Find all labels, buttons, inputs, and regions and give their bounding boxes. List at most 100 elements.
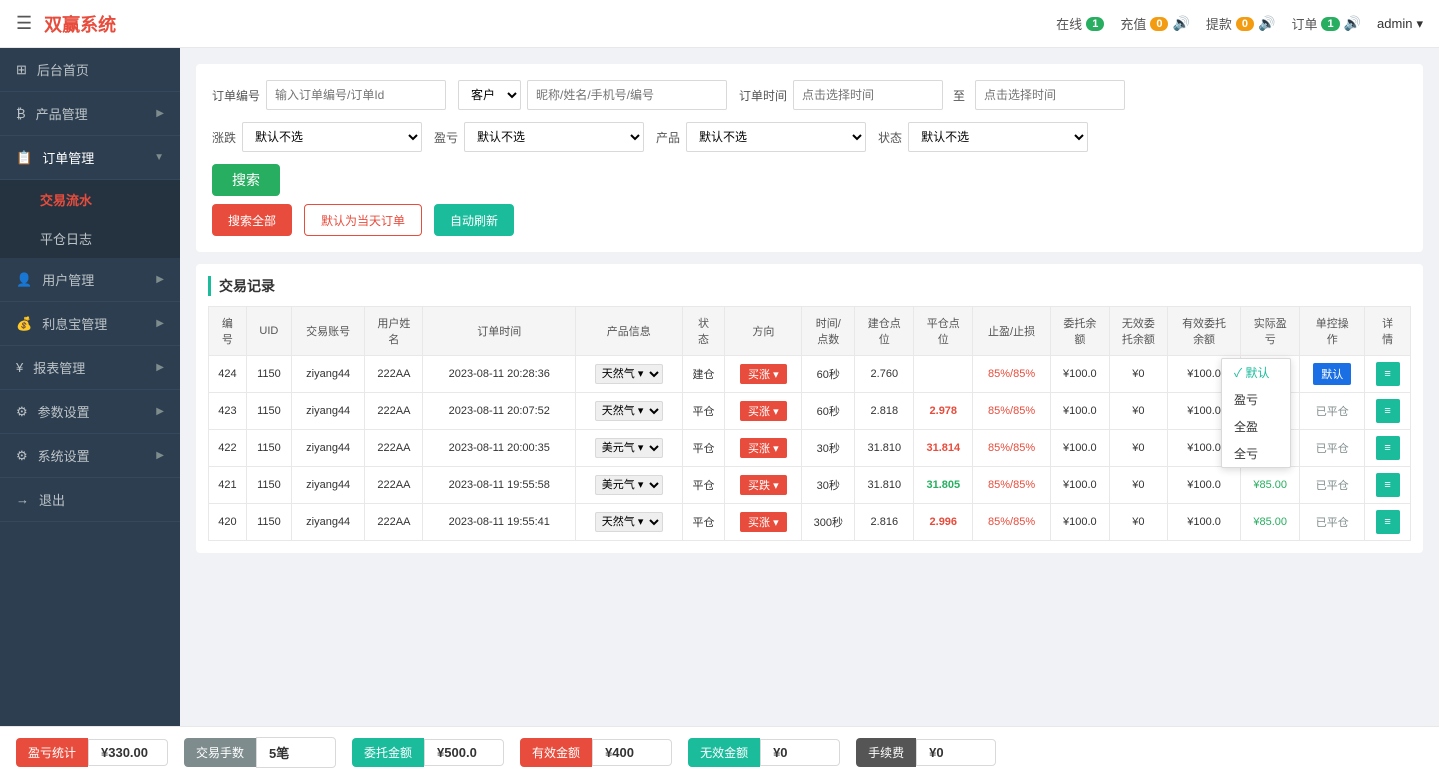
cell-invalid: ¥0 [1109,430,1167,467]
invalid-label: 无效金额 [688,738,760,767]
treasure-arrow-icon: ▶ [156,318,164,329]
online-count: 1 [1086,17,1104,31]
product-select-cell[interactable]: 美元气 ▾ [595,475,663,495]
cell-uid: 1150 [246,430,291,467]
sidebar-label-product: 产品管理 [36,104,88,123]
nickname-input[interactable] [527,80,727,110]
commission-stat: 委托金额 ¥500.0 [352,738,504,767]
cell-close-price: 2.996 [914,504,973,541]
rise-fall-label: 涨跌 [212,129,236,146]
default-today-button[interactable]: 默认为当天订单 [304,204,422,236]
cell-open-price: 31.810 [855,467,914,504]
recharge-speaker-icon[interactable]: 🔊 [1172,15,1189,32]
detail-btn[interactable]: ≡ [1376,510,1400,534]
sidebar-item-trade-flow[interactable]: 交易流水 [0,180,180,219]
product-select-cell[interactable]: 天然气 ▾ [595,364,663,384]
cell-detail: ≡ [1365,393,1411,430]
cell-valid: ¥100.0 [1167,504,1240,541]
detail-btn[interactable]: ≡ [1376,362,1400,386]
menu-icon[interactable]: ☰ [16,13,32,34]
withdraw-speaker-icon[interactable]: 🔊 [1258,15,1275,32]
auto-refresh-button[interactable]: 自动刷新 [434,204,514,236]
trades-value: 5笔 [256,737,336,768]
admin-menu[interactable]: admin ▾ [1377,16,1423,32]
status-select[interactable]: 默认不选 [908,122,1088,152]
cell-operation: 已平仓 [1300,467,1365,504]
cell-time-points: 60秒 [802,356,855,393]
product-select-cell[interactable]: 天然气 ▾ [595,512,663,532]
dropdown-option-pnl[interactable]: 盈亏 [1222,386,1290,413]
detail-btn[interactable]: ≡ [1376,473,1400,497]
search-button[interactable]: 搜索 [212,164,280,196]
sidebar-item-order[interactable]: 📋 订单管理 ▼ [0,136,180,180]
cell-id: 422 [209,430,247,467]
time-separator: 至 [949,87,969,104]
cell-product: 美元气 ▾ [576,467,682,504]
customer-select[interactable]: 客户 [458,80,521,110]
sidebar-label-close-log: 平仓日志 [40,232,92,247]
sidebar-item-logout[interactable]: → 退出 [0,478,180,522]
cell-username: 222AA [365,467,423,504]
sidebar-item-treasure[interactable]: 💰 利息宝管理 ▶ [0,302,180,346]
col-username: 用户姓名 [365,307,423,356]
cell-open-price: 2.760 [855,356,914,393]
cell-id: 421 [209,467,247,504]
sidebar-item-user[interactable]: 👤 用户管理 ▶ [0,258,180,302]
cell-status: 平仓 [682,393,725,430]
direction-btn[interactable]: 买涨 ▾ [740,364,787,384]
profit-loss-select[interactable]: 默认不选 [464,122,644,152]
time-start-input[interactable] [793,80,943,110]
cell-order-time: 2023-08-11 19:55:41 [423,504,576,541]
detail-btn[interactable]: ≡ [1376,399,1400,423]
sidebar: ⊞ 后台首页 ₿ 产品管理 ▶ 📋 订单管理 ▼ 交易流水 平仓日志 [0,48,180,726]
sidebar-item-params[interactable]: ⚙ 参数设置 ▶ [0,390,180,434]
direction-btn[interactable]: 买涨 ▾ [740,401,787,421]
sidebar-item-close-log[interactable]: 平仓日志 [0,219,180,258]
cell-close-price: 2.978 [914,393,973,430]
cell-account: ziyang44 [291,504,364,541]
table-row: 421 1150 ziyang44 222AA 2023-08-11 19:55… [209,467,1411,504]
cell-account: ziyang44 [291,467,364,504]
product-select-cell[interactable]: 天然气 ▾ [595,401,663,421]
sidebar-label-user: 用户管理 [42,270,94,289]
product-select-cell[interactable]: 美元气 ▾ [595,438,663,458]
operation-btn[interactable]: 默认 [1313,363,1351,385]
direction-btn[interactable]: 买涨 ▾ [740,512,787,532]
cell-pnl: ¥85.00 [1241,467,1300,504]
time-end-input[interactable] [975,80,1125,110]
order-id-input[interactable] [266,80,446,110]
rise-fall-select[interactable]: 默认不选 [242,122,422,152]
col-order-time: 订单时间 [423,307,576,356]
online-label: 在线 [1056,14,1082,33]
cell-commission: ¥100.0 [1050,393,1109,430]
cell-account: ziyang44 [291,393,364,430]
valid-stat: 有效金额 ¥400 [520,738,672,767]
cell-time-points: 30秒 [802,430,855,467]
cell-username: 222AA [365,393,423,430]
cell-commission: ¥100.0 [1050,430,1109,467]
dropdown-option-default[interactable]: ✓ 默认 [1222,359,1290,386]
cell-uid: 1150 [246,393,291,430]
product-select-filter[interactable]: 默认不选 [686,122,866,152]
col-account: 交易账号 [291,307,364,356]
dropdown-option-full-loss[interactable]: 全亏 [1222,440,1290,467]
direction-btn[interactable]: 买涨 ▾ [740,438,787,458]
sidebar-item-dashboard[interactable]: ⊞ 后台首页 [0,48,180,92]
cell-uid: 1150 [246,356,291,393]
invalid-value: ¥0 [760,739,840,766]
direction-btn[interactable]: 买跌 ▾ [740,475,787,495]
search-all-button[interactable]: 搜索全部 [212,204,292,236]
sidebar-item-report[interactable]: ¥ 报表管理 ▶ [0,346,180,390]
cell-open-price: 2.816 [855,504,914,541]
sidebar-item-product[interactable]: ₿ 产品管理 ▶ [0,92,180,136]
dropdown-option-full-profit[interactable]: 全盈 [1222,413,1290,440]
sidebar-item-system[interactable]: ⚙ 系统设置 ▶ [0,434,180,478]
params-arrow-icon: ▶ [156,406,164,417]
detail-btn[interactable]: ≡ [1376,436,1400,460]
trades-label: 交易手数 [184,738,256,767]
user-icon: 👤 [16,272,32,288]
order-time-label: 订单时间 [739,87,787,104]
cell-status: 平仓 [682,467,725,504]
order-speaker-icon[interactable]: 🔊 [1344,15,1361,32]
sidebar-label-report: 报表管理 [33,358,85,377]
